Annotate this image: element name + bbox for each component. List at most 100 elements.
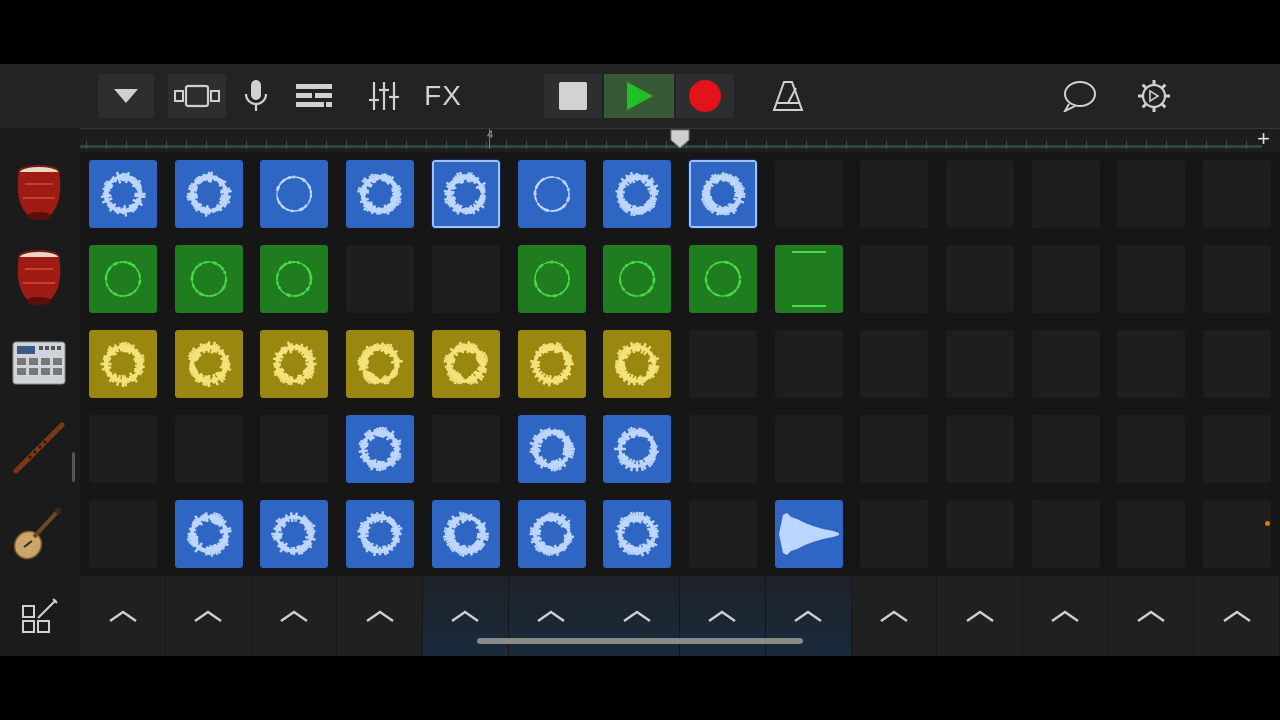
mixer-button[interactable] — [362, 74, 406, 118]
empty-cell[interactable] — [260, 415, 329, 483]
column-trigger-button[interactable] — [1194, 576, 1280, 656]
column-trigger-button[interactable] — [166, 576, 252, 656]
loop-cell[interactable] — [346, 330, 415, 398]
column-trigger-button[interactable] — [508, 576, 595, 656]
empty-cell[interactable] — [860, 500, 929, 568]
add-section-button[interactable]: + — [1257, 128, 1270, 150]
empty-cell[interactable] — [1203, 415, 1272, 483]
column-trigger-button[interactable] — [594, 576, 681, 656]
column-trigger-button[interactable] — [679, 576, 766, 656]
empty-cell[interactable] — [774, 160, 843, 228]
loop-cell[interactable] — [89, 245, 157, 313]
tracks-view-button[interactable] — [290, 74, 338, 118]
empty-cell[interactable] — [1031, 500, 1100, 568]
empty-cell[interactable] — [1117, 330, 1186, 398]
loop-cell[interactable] — [517, 330, 586, 398]
microphone-button[interactable] — [234, 74, 278, 118]
loop-cell[interactable] — [688, 245, 757, 313]
loop-cell[interactable] — [517, 245, 586, 313]
empty-cell[interactable] — [946, 245, 1014, 313]
empty-cell[interactable] — [346, 245, 415, 313]
empty-cell[interactable] — [1031, 415, 1100, 483]
empty-cell[interactable] — [946, 160, 1014, 228]
home-indicator[interactable] — [477, 638, 803, 644]
empty-cell[interactable] — [860, 245, 929, 313]
loop-cell[interactable] — [260, 160, 329, 228]
track-header-flute[interactable] — [8, 417, 70, 479]
loop-cell[interactable] — [89, 160, 157, 228]
cell-edit-button[interactable] — [0, 576, 80, 656]
empty-cell[interactable] — [688, 415, 757, 483]
column-trigger-button[interactable] — [937, 576, 1023, 656]
track-header-drum-2[interactable] — [8, 247, 70, 309]
loop-cell[interactable] — [260, 245, 329, 313]
column-trigger-button[interactable] — [765, 576, 852, 656]
column-trigger-button[interactable] — [80, 576, 166, 656]
stop-button[interactable] — [544, 74, 602, 118]
empty-cell[interactable] — [1031, 330, 1100, 398]
column-trigger-button[interactable] — [251, 576, 338, 656]
empty-cell[interactable] — [1117, 415, 1186, 483]
empty-cell[interactable] — [1031, 160, 1100, 228]
loop-cell[interactable] — [603, 415, 672, 483]
loop-cell[interactable] — [431, 500, 500, 568]
record-button[interactable] — [676, 74, 734, 118]
loop-cell[interactable] — [89, 330, 157, 398]
empty-cell[interactable] — [860, 160, 929, 228]
tracks-menu-button[interactable] — [98, 74, 154, 118]
loop-cell[interactable] — [517, 415, 586, 483]
view-toggle-button[interactable] — [168, 74, 226, 118]
track-header-drum-1[interactable] — [8, 162, 70, 224]
settings-button[interactable] — [1132, 74, 1176, 118]
track-scroll-indicator[interactable] — [72, 452, 75, 482]
empty-cell[interactable] — [1203, 245, 1272, 313]
empty-cell[interactable] — [946, 330, 1014, 398]
loop-cell[interactable] — [174, 330, 243, 398]
empty-cell[interactable] — [860, 330, 929, 398]
column-trigger-button[interactable] — [337, 576, 424, 656]
loop-cell[interactable] — [346, 160, 415, 228]
track-header-pipa[interactable] — [8, 502, 70, 564]
playhead-marker[interactable] — [669, 128, 691, 150]
loop-cell[interactable] — [346, 415, 415, 483]
empty-cell[interactable] — [1117, 245, 1186, 313]
empty-cell[interactable] — [774, 415, 843, 483]
loop-cell[interactable] — [260, 330, 329, 398]
loop-cell[interactable] — [774, 500, 843, 568]
loop-cell[interactable] — [603, 160, 672, 228]
loop-cell[interactable] — [603, 245, 672, 313]
empty-cell[interactable] — [174, 415, 243, 483]
loop-cell[interactable] — [431, 330, 500, 398]
empty-cell[interactable] — [1117, 160, 1186, 228]
empty-cell[interactable] — [1203, 330, 1272, 398]
loop-cell[interactable] — [346, 500, 415, 568]
empty-cell[interactable] — [774, 330, 843, 398]
loop-cell[interactable] — [174, 160, 243, 228]
loop-cell[interactable] — [603, 330, 672, 398]
column-trigger-button[interactable] — [1023, 576, 1109, 656]
empty-cell[interactable] — [431, 415, 500, 483]
empty-cell[interactable] — [1203, 500, 1272, 568]
fx-button[interactable]: FX — [418, 74, 468, 118]
metronome-button[interactable] — [766, 74, 810, 118]
empty-cell[interactable] — [946, 500, 1014, 568]
column-trigger-button[interactable] — [422, 576, 509, 656]
track-header-beat-machine[interactable] — [8, 332, 70, 394]
empty-cell[interactable] — [688, 330, 757, 398]
empty-cell[interactable] — [89, 415, 157, 483]
empty-cell[interactable] — [860, 415, 929, 483]
empty-cell[interactable] — [89, 500, 157, 568]
empty-cell[interactable] — [431, 245, 500, 313]
empty-cell[interactable] — [1203, 160, 1272, 228]
play-button[interactable] — [604, 74, 674, 118]
column-trigger-button[interactable] — [1108, 576, 1195, 656]
loop-cell[interactable] — [603, 500, 672, 568]
loop-cell[interactable] — [430, 159, 501, 229]
loop-cell[interactable] — [517, 160, 586, 228]
loop-cell[interactable] — [174, 245, 243, 313]
loop-browser-button[interactable] — [1058, 74, 1102, 118]
loop-cell[interactable] — [687, 159, 758, 229]
loop-cell[interactable] — [517, 500, 586, 568]
empty-cell[interactable] — [946, 415, 1014, 483]
empty-cell[interactable] — [1031, 245, 1100, 313]
